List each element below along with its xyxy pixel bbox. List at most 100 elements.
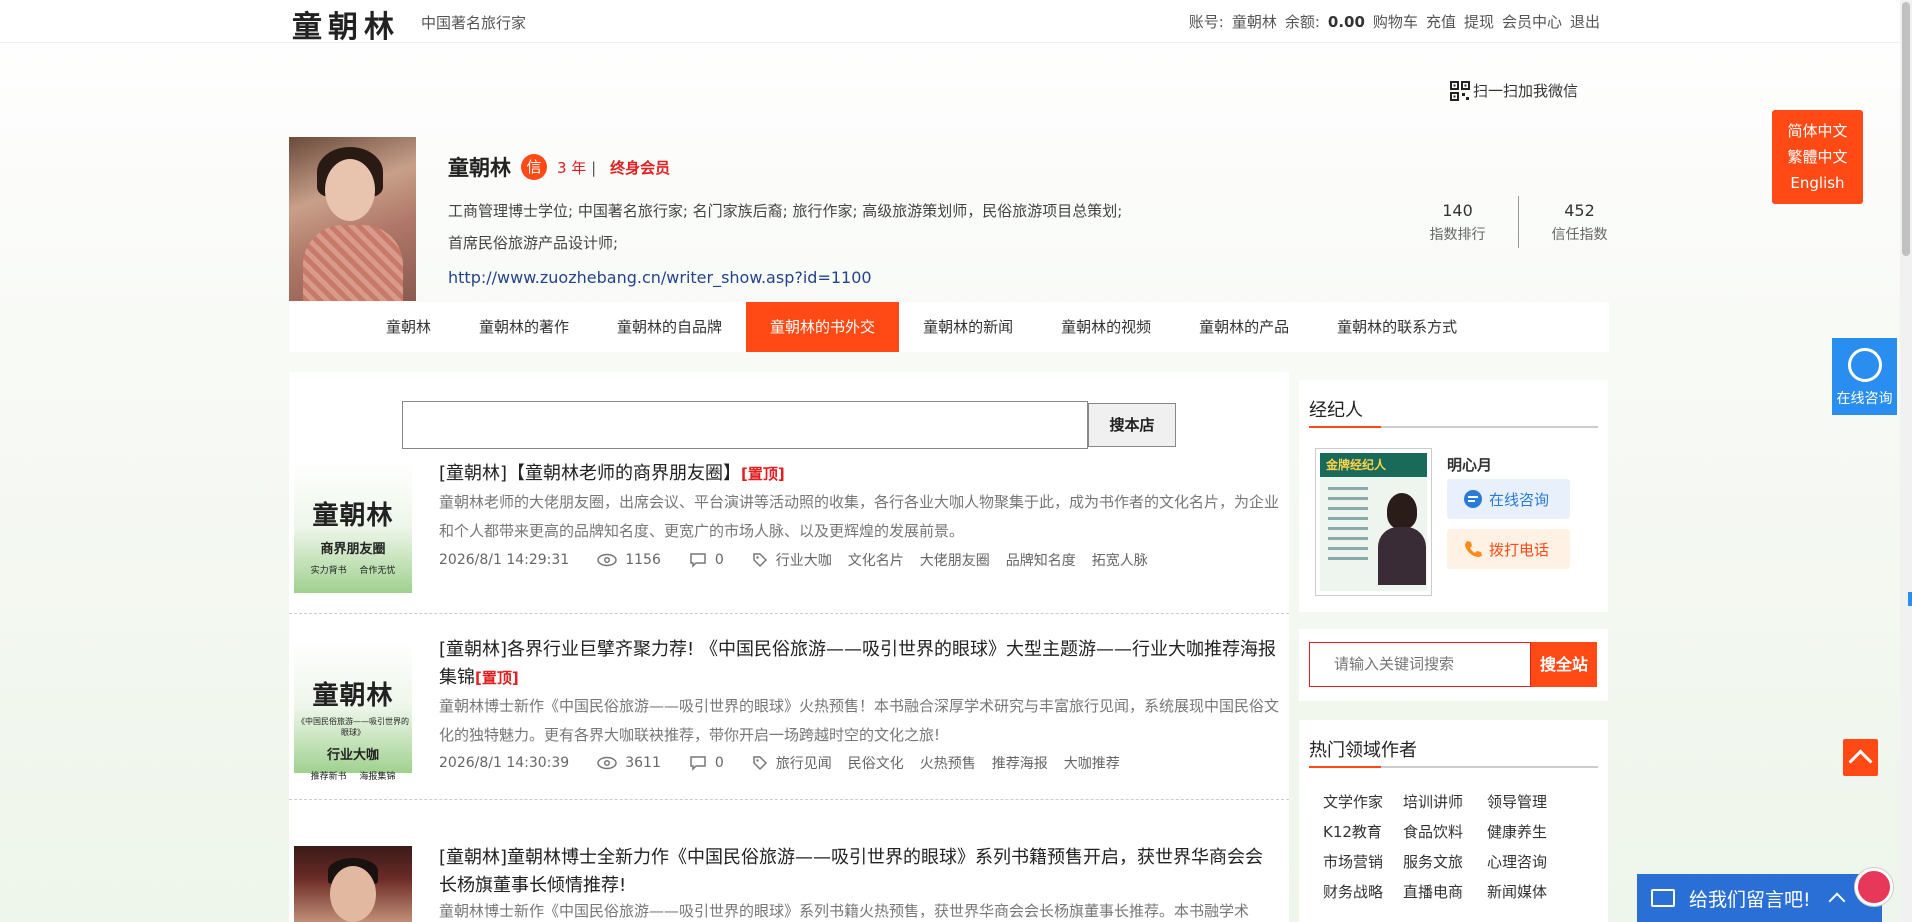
author-header: 童朝林 信 3 年 | 终身会员 bbox=[448, 152, 670, 182]
cart-link[interactable]: 购物车 bbox=[1373, 11, 1418, 32]
article-thumbnail[interactable]: 童朝林 《中国民俗旅游——吸引世界的眼球》 行业大咖 推荐新书 海报集锦 bbox=[294, 641, 412, 782]
list-divider bbox=[289, 799, 1289, 800]
hot-fields-grid: 文学作家 培训讲师 领导管理 K12教育 食品饮料 健康养生 市场营销 服务文旅… bbox=[1323, 791, 1583, 902]
account-bar: 账号: 童朝林 余额: 0.00 购物车 充值 提现 会员中心 退出 bbox=[1189, 11, 1600, 32]
site-logo[interactable]: 童朝林 bbox=[292, 2, 400, 46]
nav-works[interactable]: 童朝林的著作 bbox=[455, 302, 593, 352]
author-nav: 童朝林 童朝林的著作 童朝林的自品牌 童朝林的书外交 童朝林的新闻 童朝林的视频… bbox=[289, 302, 1609, 352]
author-stats: 140 指数排行 452 信任指数 bbox=[1405, 196, 1632, 248]
site-search-button[interactable]: 搜全站 bbox=[1531, 642, 1597, 687]
hot-field-link[interactable]: 培训讲师 bbox=[1403, 791, 1483, 812]
article-tag[interactable]: 民俗文化 bbox=[848, 753, 904, 773]
lang-english[interactable]: English bbox=[1772, 170, 1863, 196]
nav-videos[interactable]: 童朝林的视频 bbox=[1037, 302, 1175, 352]
float-consult-button[interactable]: 在线咨询 bbox=[1832, 338, 1897, 415]
wechat-scan-label: 扫一扫加我微信 bbox=[1473, 82, 1579, 100]
credit-badge: 信 bbox=[521, 154, 547, 180]
article-meta: 2026/8/1 14:30:39 3611 0 旅行见闻 民俗文化 火热预售 … bbox=[439, 753, 1128, 773]
hot-field-link[interactable]: 领导管理 bbox=[1487, 791, 1567, 812]
article-title[interactable]: [童朝林]【童朝林老师的商界朋友圈】[置顶] bbox=[439, 460, 1279, 488]
chevron-up-icon[interactable] bbox=[1828, 892, 1846, 910]
hot-field-link[interactable]: 直播电商 bbox=[1403, 881, 1483, 902]
comment-count: 0 bbox=[714, 755, 724, 771]
hot-field-link[interactable]: 新闻媒体 bbox=[1487, 881, 1567, 902]
list-divider bbox=[289, 613, 1289, 614]
article-tag[interactable]: 大咖推荐 bbox=[1064, 753, 1120, 773]
agent-photo[interactable]: 金牌经纪人 bbox=[1315, 448, 1432, 596]
hot-field-link[interactable]: 健康养生 bbox=[1487, 821, 1567, 842]
nav-products[interactable]: 童朝林的产品 bbox=[1175, 302, 1313, 352]
article-tag[interactable]: 火热预售 bbox=[920, 753, 976, 773]
lang-simplified[interactable]: 简体中文 bbox=[1772, 118, 1863, 144]
trust-index-stat: 452 信任指数 bbox=[1551, 200, 1608, 243]
article-tag[interactable]: 品牌知名度 bbox=[1006, 550, 1076, 570]
article-title[interactable]: [童朝林]童朝林博士全新力作《中国民俗旅游——吸引世界的眼球》系列书籍预售开启，… bbox=[439, 844, 1279, 900]
article-tag[interactable]: 文化名片 bbox=[848, 550, 904, 570]
nav-book-diplomacy[interactable]: 童朝林的书外交 bbox=[746, 302, 900, 352]
agent-call-button[interactable]: 拨打电话 bbox=[1447, 529, 1570, 569]
agent-consult-button[interactable]: 在线咨询 bbox=[1447, 479, 1570, 519]
nav-brand[interactable]: 童朝林的自品牌 bbox=[593, 302, 746, 352]
article-desc: 童朝林老师的大佬朋友圈，出席会议、平台演讲等活动照的收集，各行各业大咖人物聚集于… bbox=[439, 493, 1280, 540]
account-name[interactable]: 童朝林 bbox=[1232, 11, 1277, 32]
article-thumbnail[interactable] bbox=[294, 846, 412, 922]
agent-name: 明心月 bbox=[1447, 456, 1493, 474]
membership-badge: 终身会员 bbox=[610, 158, 671, 177]
bio-line: 工商管理博士学位; 中国著名旅行家; 名门家族后裔; 旅行作家; 高级旅游策划师… bbox=[448, 202, 1123, 220]
logout-link[interactable]: 退出 bbox=[1570, 11, 1600, 32]
stat-divider bbox=[1518, 196, 1519, 248]
top-bar: 童朝林 中国著名旅行家 账号: 童朝林 余额: 0.00 购物车 充值 提现 会… bbox=[0, 0, 1900, 46]
view-count: 3611 bbox=[625, 755, 661, 771]
member-center-link[interactable]: 会员中心 bbox=[1502, 11, 1562, 32]
hot-field-link[interactable]: 食品饮料 bbox=[1403, 821, 1483, 842]
withdraw-link[interactable]: 提现 bbox=[1464, 11, 1494, 32]
eye-icon bbox=[597, 756, 617, 770]
recharge-link[interactable]: 充值 bbox=[1426, 11, 1456, 32]
wechat-scan[interactable]: 扫一扫加我微信 bbox=[1450, 80, 1578, 101]
site-search-input[interactable] bbox=[1309, 642, 1531, 687]
nav-news[interactable]: 童朝林的新闻 bbox=[899, 302, 1037, 352]
article-tag[interactable]: 大佬朋友圈 bbox=[920, 550, 990, 570]
author-bio: 工商管理博士学位; 中国著名旅行家; 名门家族后裔; 旅行作家; 高级旅游策划师… bbox=[448, 195, 1168, 259]
hot-field-link[interactable]: 市场营销 bbox=[1323, 851, 1399, 872]
account-label: 账号: bbox=[1188, 13, 1224, 31]
article-tag[interactable]: 推荐海报 bbox=[992, 753, 1048, 773]
article-desc: 童朝林博士新作《中国民俗旅游——吸引世界的眼球》火热预售！本书融合深厚学术研究与… bbox=[439, 697, 1280, 744]
author-url[interactable]: http://www.zuozhebang.cn/writer_show.asp… bbox=[448, 268, 872, 287]
view-count: 1156 bbox=[625, 552, 661, 568]
eye-icon bbox=[597, 553, 617, 567]
headset-icon bbox=[1847, 348, 1882, 382]
qr-code-icon bbox=[1450, 80, 1470, 101]
store-search-input[interactable] bbox=[402, 401, 1088, 449]
section-underline bbox=[1309, 426, 1598, 428]
article-tag[interactable]: 旅行见闻 bbox=[776, 753, 832, 773]
article-title[interactable]: [童朝林]各界行业巨擘齐聚力荐! 《中国民俗旅游——吸引世界的眼球》大型主题游—… bbox=[439, 636, 1279, 692]
site-slogan: 中国著名旅行家 bbox=[421, 14, 527, 32]
lang-traditional[interactable]: 繁體中文 bbox=[1772, 144, 1863, 170]
hot-field-link[interactable]: 文学作家 bbox=[1323, 791, 1399, 812]
article-thumbnail[interactable]: 童朝林 商界朋友圈 实力背书 合作无忧 bbox=[294, 461, 412, 593]
hot-field-link[interactable]: K12教育 bbox=[1323, 821, 1399, 842]
language-switcher: 简体中文 繁體中文 English bbox=[1772, 110, 1863, 204]
hot-field-link[interactable]: 财务战略 bbox=[1323, 881, 1399, 902]
pinned-tag: [置顶] bbox=[741, 465, 785, 483]
hot-field-link[interactable]: 服务文旅 bbox=[1403, 851, 1483, 872]
back-to-top-button[interactable] bbox=[1843, 739, 1878, 776]
chat-bubble-icon[interactable] bbox=[1855, 868, 1893, 906]
store-search-button[interactable]: 搜本店 bbox=[1088, 403, 1176, 447]
membership-years: 3 年 | bbox=[557, 158, 597, 177]
article-date: 2026/8/1 14:29:31 bbox=[439, 552, 570, 568]
article-tag[interactable]: 拓宽人脉 bbox=[1092, 550, 1148, 570]
comment-count: 0 bbox=[714, 552, 724, 568]
article-desc: 童朝林博士新作《中国民俗旅游——吸引世界的眼球》系列书籍火热预售，获世界华商会会… bbox=[439, 902, 1250, 920]
scrollbar-thumb[interactable] bbox=[1902, 2, 1910, 256]
nav-home[interactable]: 童朝林 bbox=[289, 302, 455, 352]
leave-message-bar[interactable]: 给我们留言吧! bbox=[1637, 874, 1882, 922]
hot-field-link[interactable]: 心理咨询 bbox=[1487, 851, 1567, 872]
nav-contact[interactable]: 童朝林的联系方式 bbox=[1313, 302, 1481, 352]
comment-icon bbox=[690, 553, 706, 568]
hot-fields-title: 热门领域作者 bbox=[1309, 740, 1417, 761]
article-tag[interactable]: 行业大咖 bbox=[776, 550, 832, 570]
leave-message-label: 给我们留言吧! bbox=[1689, 888, 1811, 911]
tag-icon bbox=[753, 756, 767, 771]
